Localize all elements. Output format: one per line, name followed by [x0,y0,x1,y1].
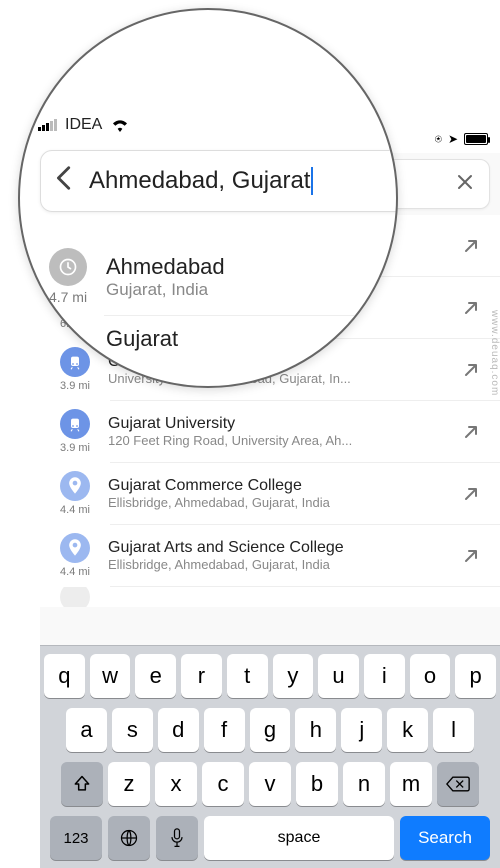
result-distance: 4.4 mi [60,566,90,578]
key-z[interactable]: z [108,762,150,806]
insert-arrow-icon[interactable] [456,486,486,502]
result-subtitle: 120 Feet Ring Road, University Area, Ah.… [108,433,456,448]
insert-arrow-icon[interactable] [456,238,486,254]
key-q[interactable]: q [44,654,85,698]
result-distance: 3.9 mi [60,380,90,392]
search-input[interactable]: Ahmedabad, Gujarat [89,167,310,195]
magnifier-status-bar: IDEA 7:56 PM [20,110,398,140]
carrier-name: IDEA [65,116,102,134]
key-space[interactable]: space [204,816,394,860]
key-search[interactable]: Search [400,816,490,860]
result-distance: 4.7 mi [49,289,87,305]
key-e[interactable]: e [135,654,176,698]
result-title: Gujarat [106,326,398,352]
key-mic[interactable] [156,816,198,860]
pin-icon [60,587,90,607]
watermark: www.deuaq.com [489,310,500,396]
key-x[interactable]: x [155,762,197,806]
key-y[interactable]: y [273,654,314,698]
key-i[interactable]: i [364,654,405,698]
key-c[interactable]: c [202,762,244,806]
result-distance: 4.4 mi [60,504,90,516]
result-item[interactable] [40,587,500,607]
key-h[interactable]: h [295,708,336,752]
key-backspace[interactable] [437,762,479,806]
result-distance: 3.9 mi [60,442,90,454]
magnifier-overlay: IDEA 7:56 PM Ahmedabad, Gujarat 4.7 mi A… [18,8,398,388]
result-title: Gujarat University [108,415,456,433]
key-g[interactable]: g [250,708,291,752]
wifi-icon [110,118,130,132]
pin-icon [60,533,90,563]
result-title: Gujarat Commerce College [108,477,456,495]
back-icon[interactable] [55,165,89,198]
key-u[interactable]: u [318,654,359,698]
key-globe[interactable] [108,816,150,860]
clear-icon[interactable] [451,168,479,201]
key-m[interactable]: m [390,762,432,806]
battery-icon [464,133,488,145]
key-d[interactable]: d [158,708,199,752]
key-t[interactable]: t [227,654,268,698]
result-subtitle: Ellisbridge, Ahmedabad, Gujarat, India [108,495,456,510]
key-b[interactable]: b [296,762,338,806]
result-subtitle: Gujarat, India [106,280,398,300]
insert-arrow-icon[interactable] [456,300,486,316]
key-o[interactable]: o [410,654,451,698]
insert-arrow-icon[interactable] [456,362,486,378]
insert-arrow-icon[interactable] [456,424,486,440]
key-k[interactable]: k [387,708,428,752]
key-p[interactable]: p [455,654,496,698]
result-item[interactable]: 4.4 mi Gujarat Arts and Science College … [40,525,500,586]
key-s[interactable]: s [112,708,153,752]
magnifier-result[interactable]: 4.7 mi Ahmedabad Gujarat, India [20,238,398,315]
key-a[interactable]: a [66,708,107,752]
key-w[interactable]: w [90,654,131,698]
result-item[interactable]: 3.9 mi Gujarat University 120 Feet Ring … [40,401,500,462]
pin-icon [60,471,90,501]
key-r[interactable]: r [181,654,222,698]
key-shift[interactable] [61,762,103,806]
result-subtitle: Ellisbridge, Ahmedabad, Gujarat, India [108,557,456,572]
keyboard: q w e r t y u i o p a s d f g h j k l z [40,645,500,868]
key-v[interactable]: v [249,762,291,806]
magnifier-search-bar[interactable]: Ahmedabad, Gujarat [40,150,398,212]
key-f[interactable]: f [204,708,245,752]
key-l[interactable]: l [433,708,474,752]
key-j[interactable]: j [341,708,382,752]
insert-arrow-icon[interactable] [456,548,486,564]
train-icon [60,409,90,439]
key-numbers[interactable]: 123 [50,816,102,860]
magnifier-result[interactable]: Gujarat [20,316,398,362]
result-item[interactable]: 4.4 mi Gujarat Commerce College Ellisbri… [40,463,500,524]
signal-icon [38,119,57,131]
result-title: Gujarat Arts and Science College [108,539,456,557]
history-icon [49,248,87,286]
result-title: Ahmedabad [106,254,398,280]
key-n[interactable]: n [343,762,385,806]
